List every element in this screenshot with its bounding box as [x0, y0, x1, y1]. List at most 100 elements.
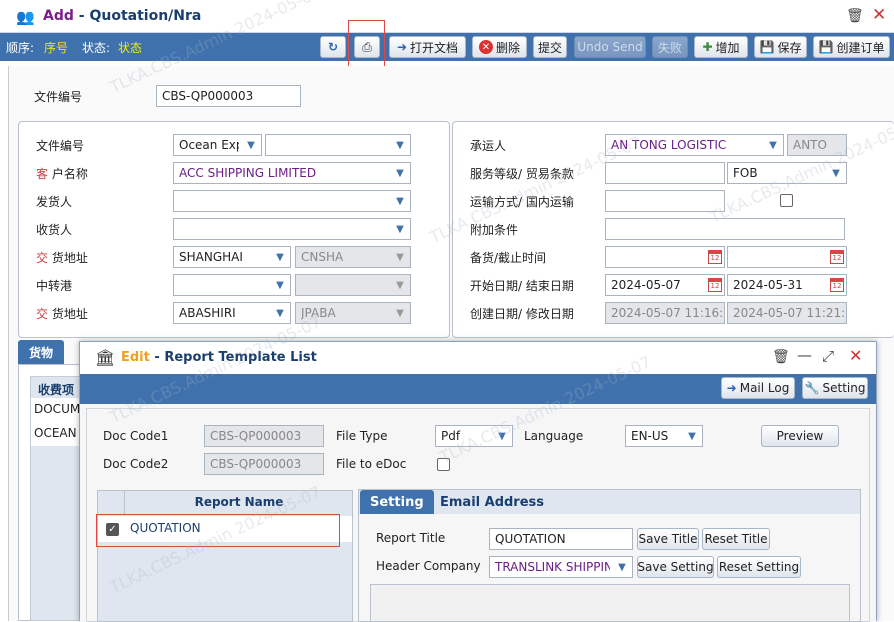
- fail-button[interactable]: 失败: [652, 36, 688, 58]
- incoterm-select[interactable]: FOB ▼: [727, 162, 847, 184]
- delivery-port-select[interactable]: ABASHIRI ▼: [173, 302, 291, 324]
- add-icon: ✚: [702, 40, 713, 54]
- carrier-code: ANTO: [787, 134, 847, 156]
- preview-button[interactable]: Preview: [761, 425, 839, 447]
- start-date-input[interactable]: 2024-05-07 12: [605, 274, 725, 296]
- chevron-down-icon: ▼: [688, 430, 696, 442]
- refresh-button[interactable]: ↻: [320, 36, 346, 58]
- cutoff-time-input[interactable]: 12: [727, 246, 847, 268]
- chevron-down-icon: ▼: [276, 307, 284, 319]
- dialog-title-bar: 🏛 Edit - Report Template List 🗑 — ⤢ ✕: [80, 342, 876, 374]
- language-label: Language: [524, 429, 584, 443]
- customer-select[interactable]: ACC SHIPPING LIMITED ▼: [173, 162, 411, 184]
- create-order-icon: 💾: [818, 40, 834, 54]
- calendar-icon[interactable]: 12: [708, 278, 722, 292]
- end-date-input[interactable]: 2024-05-31 12: [727, 274, 847, 296]
- chevron-down-icon: ▼: [618, 561, 626, 573]
- header-company-label: Header Company: [376, 559, 481, 573]
- create-order-button[interactable]: 💾 创建订单: [813, 36, 890, 58]
- shipper-label: 发货人: [36, 195, 73, 209]
- trash-icon[interactable]: 🗑: [772, 349, 790, 365]
- dates-label: 开始日期/ 结束日期: [470, 279, 574, 293]
- domestic-transport-checkbox[interactable]: [780, 194, 793, 207]
- mail-log-icon: ➜: [726, 381, 737, 395]
- delete-button[interactable]: ✕ 删除: [472, 36, 527, 58]
- shipper-select[interactable]: ▼: [173, 190, 411, 212]
- customer-label: 客 户名称: [36, 167, 88, 181]
- transit-port-select[interactable]: ▼: [173, 274, 291, 296]
- consignee-label: 收货人: [36, 223, 73, 237]
- tab-setting[interactable]: Setting: [360, 490, 434, 514]
- save-icon: 💾: [759, 40, 775, 54]
- calendar-icon[interactable]: 12: [708, 250, 722, 264]
- save-title-button[interactable]: Save Title: [637, 528, 699, 550]
- file-type-select[interactable]: Pdf ▼: [435, 425, 513, 447]
- doc-type-select[interactable]: Ocean Expo▼: [173, 134, 262, 156]
- header-company-select[interactable]: TRANSLINK SHIPPIN ▼: [489, 556, 633, 578]
- calendar-icon[interactable]: 12: [830, 278, 844, 292]
- chevron-down-icon: ▼: [396, 279, 404, 291]
- chevron-down-icon: ▼: [396, 223, 404, 235]
- chevron-down-icon: ▼: [396, 307, 404, 319]
- delete-icon: ✕: [478, 40, 493, 54]
- left-doc-no-label: 文件编号: [36, 139, 85, 153]
- open-doc-button[interactable]: ➜ 打开文档: [389, 36, 466, 58]
- close-icon[interactable]: ✕: [849, 346, 862, 365]
- chevron-down-icon: ▼: [769, 139, 777, 151]
- order-value[interactable]: 序号: [44, 39, 68, 56]
- close-icon[interactable]: ✕: [872, 5, 886, 25]
- carrier-label: 承运人: [470, 139, 507, 153]
- created-date: 2024-05-07 11:16:19: [605, 302, 725, 324]
- mail-log-button[interactable]: ➜ Mail Log: [721, 377, 795, 399]
- save-button[interactable]: 💾 保存: [754, 36, 807, 58]
- tab-email-address[interactable]: Email Address: [430, 490, 554, 514]
- table-row[interactable]: OCEAN: [31, 422, 80, 446]
- trash-icon[interactable]: 🗑: [846, 8, 864, 24]
- file-type-label: File Type: [336, 429, 388, 443]
- chevron-down-icon: ▼: [498, 430, 506, 442]
- pickup-port-select[interactable]: SHANGHAI ▼: [173, 246, 291, 268]
- add-button[interactable]: ✚ 增加: [694, 36, 748, 58]
- consignee-select[interactable]: ▼: [173, 218, 411, 240]
- wrench-icon: 🔧: [804, 381, 820, 395]
- maximize-icon[interactable]: ⤢: [822, 347, 834, 365]
- reset-title-button[interactable]: Reset Title: [702, 528, 770, 550]
- save-setting-button[interactable]: Save Setting: [637, 556, 714, 578]
- order-label: 顺序:: [6, 41, 35, 55]
- ready-time-input[interactable]: 12: [605, 246, 725, 268]
- service-level-input[interactable]: [605, 162, 725, 184]
- doc-code1-label: Doc Code1: [103, 429, 169, 443]
- report-row-highlight: [96, 514, 340, 547]
- transport-mode-input[interactable]: [605, 190, 725, 212]
- minimize-icon[interactable]: —: [797, 346, 812, 364]
- doc-code2-label: Doc Code2: [103, 457, 169, 471]
- cutoff-label: 备货/截止时间: [470, 251, 547, 265]
- main-toolbar: 顺序: 序号 状态: 状态 ↻ ⎙ ➜ 打开文档 ✕ 删除 提交 Undo Send…: [0, 33, 894, 61]
- language-select[interactable]: EN-US ▼: [625, 425, 703, 447]
- report-title-label: Report Title: [376, 531, 446, 545]
- calendar-icon[interactable]: 12: [830, 250, 844, 264]
- transport-label: 运输方式/ 国内运输: [470, 195, 574, 209]
- table-row[interactable]: DOCUM: [31, 398, 80, 422]
- chevron-down-icon: ▼: [276, 251, 284, 263]
- setting-content-area: [370, 584, 850, 622]
- report-title-input[interactable]: QUOTATION: [489, 528, 633, 550]
- chevron-down-icon: ▼: [832, 167, 840, 179]
- doc-no-input[interactable]: CBS-QP000003: [156, 85, 301, 107]
- delivery-address-label: 交 货地址: [36, 307, 88, 321]
- undo-send-button[interactable]: Undo Send: [574, 36, 646, 58]
- pickup-address-label: 交 货地址: [36, 251, 88, 265]
- doc-code1-input: CBS-QP000003: [204, 425, 324, 447]
- file-to-edoc-checkbox[interactable]: [437, 458, 450, 471]
- tab-cargo[interactable]: 货物: [18, 340, 64, 364]
- submit-button[interactable]: 提交: [533, 36, 567, 58]
- reset-setting-button[interactable]: Reset Setting: [717, 556, 801, 578]
- doc-no-select[interactable]: ▼: [265, 134, 411, 156]
- created-label: 创建日期/ 修改日期: [470, 307, 574, 321]
- setting-button[interactable]: 🔧 Setting: [802, 377, 868, 399]
- bank-icon: 🏛: [95, 348, 116, 367]
- carrier-select[interactable]: AN TONG LOGISTIC ▼: [605, 134, 784, 156]
- extra-conditions-input[interactable]: [605, 218, 845, 240]
- transit-port-label: 中转港: [36, 279, 73, 293]
- status-label: 状态:: [82, 41, 111, 55]
